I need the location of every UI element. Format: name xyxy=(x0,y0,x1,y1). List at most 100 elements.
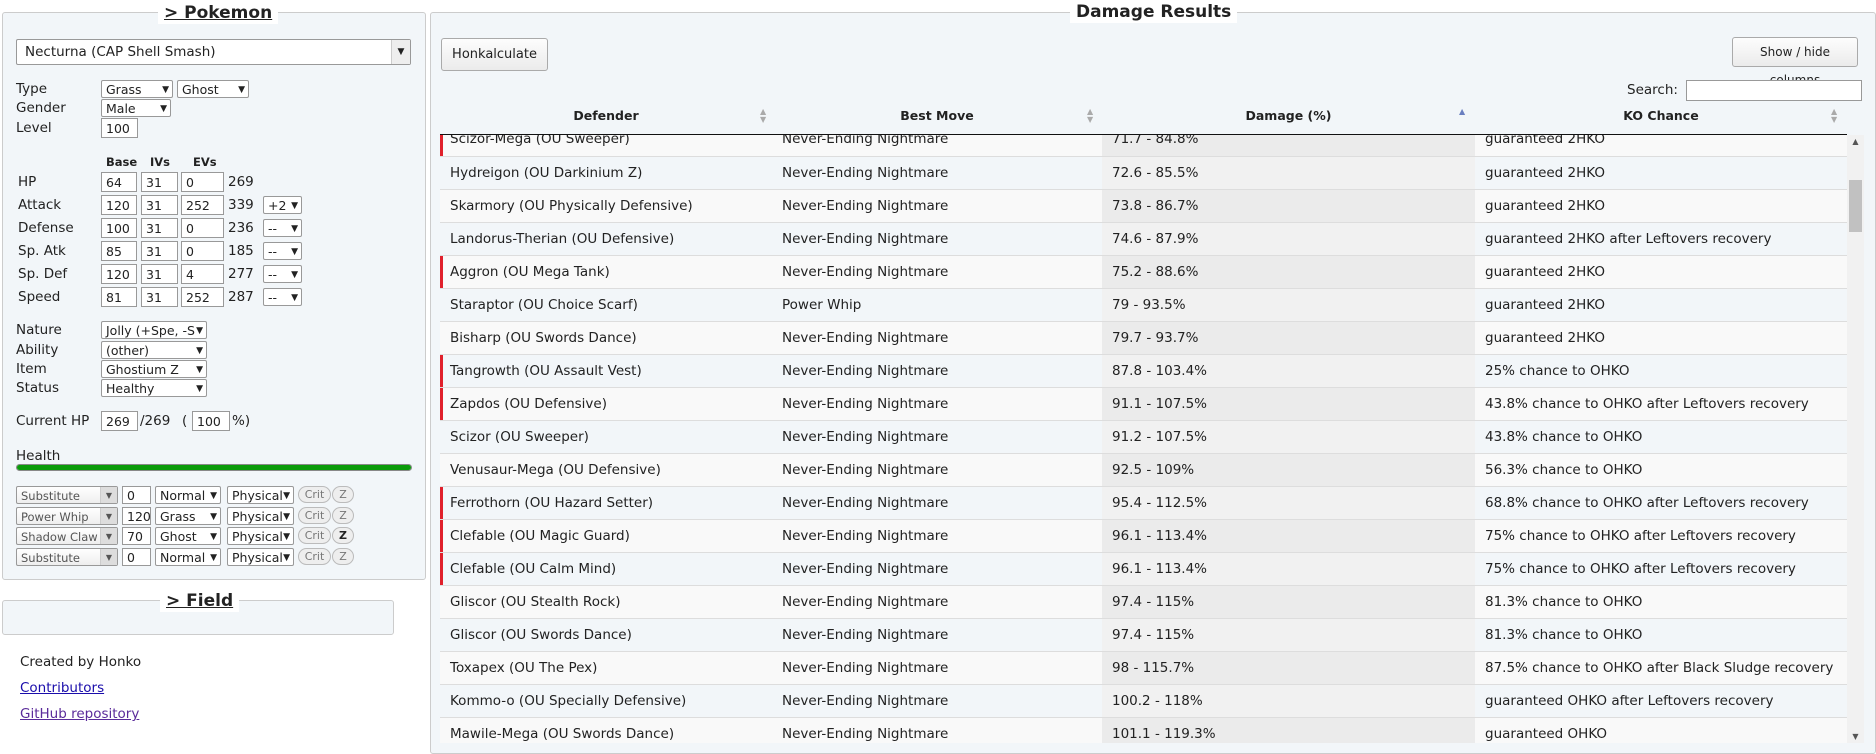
github-link[interactable]: GitHub repository xyxy=(20,705,139,723)
crit-toggle[interactable]: Crit xyxy=(298,486,331,503)
result-row[interactable]: Zapdos (OU Defensive) Never-Ending Nightm… xyxy=(440,387,1847,421)
stat-base-input[interactable]: 81 xyxy=(101,287,137,307)
stat-base-input[interactable]: 120 xyxy=(101,264,137,284)
stat-ev-input[interactable]: 0 xyxy=(181,218,224,238)
gender-select[interactable]: Male ▼ xyxy=(101,99,171,117)
move-bp-input[interactable]: 70 xyxy=(122,527,151,545)
ko-chance-cell: 25% chance to OHKO xyxy=(1475,354,1847,388)
result-row[interactable]: Mawile-Mega (OU Swords Dance) Never-Endin… xyxy=(440,717,1847,743)
stat-iv-input[interactable]: 31 xyxy=(141,195,178,215)
crit-toggle[interactable]: Crit xyxy=(298,527,331,544)
stat-ev-input[interactable]: 0 xyxy=(181,241,224,261)
type2-select[interactable]: Ghost ▼ xyxy=(177,80,249,98)
item-select[interactable]: Ghostium Z ▼ xyxy=(101,360,207,378)
stat-boost-select[interactable]: -- ▼ xyxy=(263,265,302,283)
move-select[interactable]: Shadow Claw ▼ xyxy=(16,527,118,545)
ability-select[interactable]: (other) ▼ xyxy=(101,341,207,359)
result-row[interactable]: Bisharp (OU Swords Dance) Never-Ending Ni… xyxy=(440,321,1847,355)
stat-boost-select[interactable]: +2 ▼ xyxy=(263,196,302,214)
result-row[interactable]: Tangrowth (OU Assault Vest) Never-Ending … xyxy=(440,354,1847,388)
nature-select[interactable]: Jolly (+Spe, -S ▼ xyxy=(101,321,207,339)
move-type-select[interactable]: Grass ▼ xyxy=(155,507,221,525)
stat-ev-input[interactable]: 0 xyxy=(181,172,224,192)
stat-ev-input[interactable]: 4 xyxy=(181,264,224,284)
stat-iv-input[interactable]: 31 xyxy=(141,287,178,307)
move-type-select[interactable]: Normal ▼ xyxy=(155,486,221,504)
move-bp-input[interactable]: 120 xyxy=(122,507,151,525)
result-row[interactable]: Gliscor (OU Swords Dance) Never-Ending Ni… xyxy=(440,618,1847,652)
type1-select[interactable]: Grass ▼ xyxy=(101,80,173,98)
move-category-select[interactable]: Physical ▼ xyxy=(227,507,294,525)
show-hide-columns-button[interactable]: Show / hide columns xyxy=(1732,37,1858,87)
current-hp-input[interactable]: 269 xyxy=(101,411,138,431)
move-select[interactable]: Power Whip ▼ xyxy=(16,507,118,525)
stat-iv-input[interactable]: 31 xyxy=(141,172,178,192)
move-type-select[interactable]: Ghost ▼ xyxy=(155,527,221,545)
stat-iv-input[interactable]: 31 xyxy=(141,241,178,261)
result-row[interactable]: Scizor-Mega (OU Sweeper) Never-Ending Nig… xyxy=(440,135,1847,157)
stat-base-input[interactable]: 85 xyxy=(101,241,137,261)
sort-asc-icon[interactable]: ▲ xyxy=(1459,108,1465,116)
header-best-move[interactable]: Best Move xyxy=(772,108,1102,123)
result-row[interactable]: Aggron (OU Mega Tank) Never-Ending Nightm… xyxy=(440,255,1847,289)
honkalculate-button[interactable]: Honkalculate xyxy=(441,38,548,71)
sort-both-icon[interactable]: ▲ ▼ xyxy=(1831,108,1837,124)
result-row[interactable]: Clefable (OU Magic Guard) Never-Ending Ni… xyxy=(440,519,1847,553)
chevron-down-icon: ▼ xyxy=(283,491,290,501)
move-category-select[interactable]: Physical ▼ xyxy=(227,486,294,504)
move-type-select[interactable]: Normal ▼ xyxy=(155,548,221,566)
status-select[interactable]: Healthy ▼ xyxy=(101,379,207,397)
contributors-link[interactable]: Contributors xyxy=(20,679,104,697)
damage-cell: 96.1 - 113.4% xyxy=(1102,552,1475,586)
sort-both-icon[interactable]: ▲ ▼ xyxy=(1087,108,1093,124)
stat-iv-input[interactable]: 31 xyxy=(141,218,178,238)
stat-base-input[interactable]: 64 xyxy=(101,172,137,192)
set-select[interactable]: Necturna (CAP Shell Smash) ▼ xyxy=(16,39,411,65)
search-input[interactable] xyxy=(1686,80,1862,101)
result-row[interactable]: Clefable (OU Calm Mind) Never-Ending Nigh… xyxy=(440,552,1847,586)
move-select[interactable]: Substitute ▼ xyxy=(16,486,118,504)
result-row[interactable]: Kommo-o (OU Specially Defensive) Never-En… xyxy=(440,684,1847,718)
results-scrollbar[interactable]: ▲ ▼ xyxy=(1847,135,1864,743)
result-row[interactable]: Hydreigon (OU Darkinium Z) Never-Ending N… xyxy=(440,156,1847,190)
z-move-toggle[interactable]: Z xyxy=(332,548,354,565)
stat-boost-select[interactable]: -- ▼ xyxy=(263,288,302,306)
results-scroll-area[interactable]: Scizor-Mega (OU Sweeper) Never-Ending Nig… xyxy=(440,135,1847,743)
z-move-toggle[interactable]: Z xyxy=(332,527,354,544)
stat-iv-input[interactable]: 31 xyxy=(141,264,178,284)
result-row[interactable]: Venusaur-Mega (OU Defensive) Never-Ending… xyxy=(440,453,1847,487)
header-defender[interactable]: Defender xyxy=(440,108,772,123)
result-row[interactable]: Scizor (OU Sweeper) Never-Ending Nightmar… xyxy=(440,420,1847,454)
crit-toggle[interactable]: Crit xyxy=(298,548,331,565)
header-damage[interactable]: Damage (%) xyxy=(1102,108,1475,123)
result-row[interactable]: Staraptor (OU Choice Scarf) Power Whip 79 … xyxy=(440,288,1847,322)
stat-base-input[interactable]: 100 xyxy=(101,218,137,238)
pokemon-legend[interactable]: > Pokemon xyxy=(158,2,279,24)
move-bp-input[interactable]: 0 xyxy=(122,548,151,566)
header-ko-chance[interactable]: KO Chance xyxy=(1475,108,1847,123)
result-row[interactable]: Ferrothorn (OU Hazard Setter) Never-Endin… xyxy=(440,486,1847,520)
stat-boost-select[interactable]: -- ▼ xyxy=(263,242,302,260)
result-row[interactable]: Landorus-Therian (OU Defensive) Never-End… xyxy=(440,222,1847,256)
crit-toggle[interactable]: Crit xyxy=(298,507,331,524)
hp-percent-input[interactable]: 100 xyxy=(192,411,230,431)
scroll-down-icon[interactable]: ▼ xyxy=(1847,732,1864,741)
stat-ev-input[interactable]: 252 xyxy=(181,287,224,307)
stat-boost-select[interactable]: -- ▼ xyxy=(263,219,302,237)
z-move-toggle[interactable]: Z xyxy=(332,507,354,524)
stat-base-input[interactable]: 120 xyxy=(101,195,137,215)
move-bp-input[interactable]: 0 xyxy=(122,486,151,504)
scroll-up-icon[interactable]: ▲ xyxy=(1847,137,1864,146)
move-category-select[interactable]: Physical ▼ xyxy=(227,548,294,566)
move-category-select[interactable]: Physical ▼ xyxy=(227,527,294,545)
scrollbar-thumb[interactable] xyxy=(1849,180,1862,232)
move-select[interactable]: Substitute ▼ xyxy=(16,548,118,566)
result-row[interactable]: Skarmory (OU Physically Defensive) Never-… xyxy=(440,189,1847,223)
result-row[interactable]: Toxapex (OU The Pex) Never-Ending Nightma… xyxy=(440,651,1847,685)
sort-both-icon[interactable]: ▲ ▼ xyxy=(760,108,766,124)
z-move-toggle[interactable]: Z xyxy=(332,486,354,503)
level-input[interactable]: 100 xyxy=(101,118,138,138)
field-legend[interactable]: > Field xyxy=(160,590,240,612)
result-row[interactable]: Gliscor (OU Stealth Rock) Never-Ending Ni… xyxy=(440,585,1847,619)
stat-ev-input[interactable]: 252 xyxy=(181,195,224,215)
